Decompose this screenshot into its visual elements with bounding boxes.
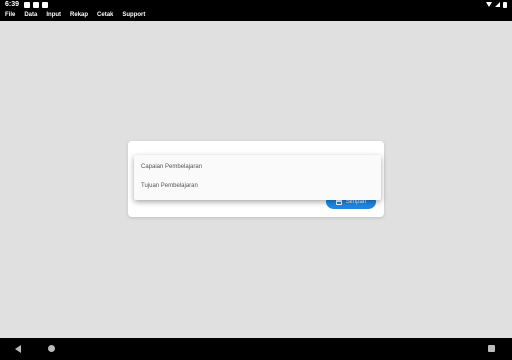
notification-icon (24, 1, 31, 8)
dropdown-option-capaian[interactable]: Capaian Pembelajaran (141, 164, 202, 170)
dropdown-option-tujuan[interactable]: Tujuan Pembelajaran (141, 183, 198, 189)
menu-item-support[interactable]: Support (122, 9, 145, 21)
recents-icon[interactable] (488, 345, 495, 352)
menu-item-input[interactable]: Input (46, 9, 61, 21)
battery-icon (503, 1, 507, 8)
notification-icon (42, 1, 49, 8)
wifi-icon (486, 2, 492, 7)
signal-icon (495, 2, 500, 7)
menu-item-file[interactable]: File (5, 9, 15, 21)
menu-item-cetak[interactable]: Cetak (97, 9, 113, 21)
notification-icon (33, 1, 40, 8)
navigation-bar (0, 338, 512, 360)
screen: 6:39 File Data Input Rekap Cetak Support… (0, 0, 512, 360)
menu-item-data[interactable]: Data (24, 9, 37, 21)
back-icon[interactable] (15, 345, 21, 353)
status-indicators (486, 1, 507, 8)
menu-bar: File Data Input Rekap Cetak Support (0, 9, 512, 21)
home-icon[interactable] (48, 345, 55, 352)
menu-item-rekap[interactable]: Rekap (70, 9, 88, 21)
status-bar: 6:39 (0, 0, 512, 9)
dropdown-menu: Capaian Pembelajaran Tujuan Pembelajaran (134, 155, 381, 200)
status-time: 6:39 (5, 1, 20, 8)
